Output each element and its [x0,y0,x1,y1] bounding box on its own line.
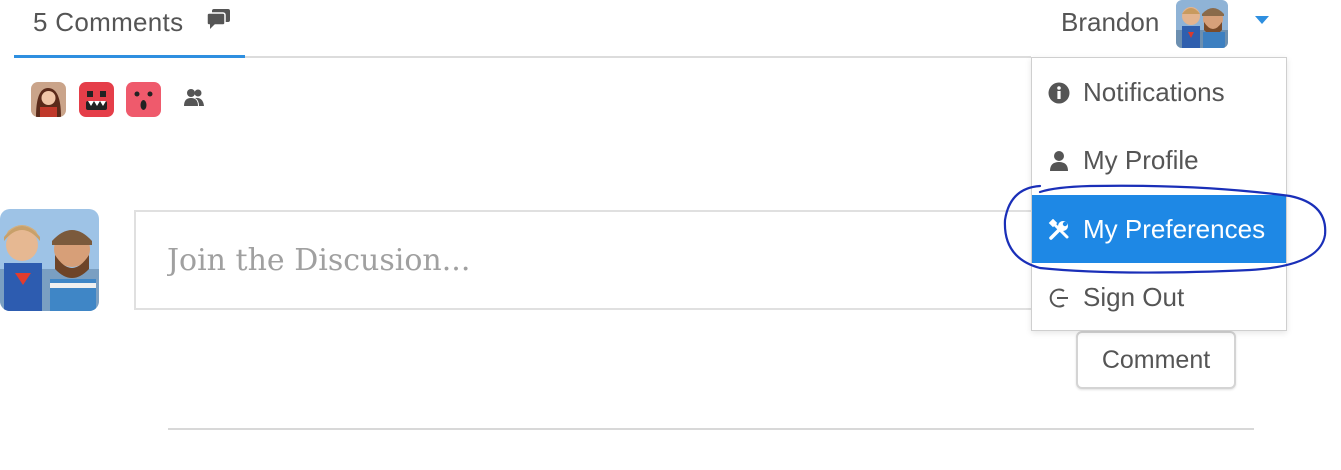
comment-input[interactable] [134,210,1134,310]
user-dropdown-menu: Notifications My Profile My Preferences [1031,57,1287,331]
info-circle-icon [1048,80,1070,104]
participant-avatar[interactable] [79,82,114,117]
comments-header: 5 Comments Brandon [0,0,1341,58]
comments-count-label: 5 Comments [33,7,184,37]
participant-avatar[interactable] [126,82,161,117]
menu-item-my-preferences[interactable]: My Preferences [1032,195,1286,263]
menu-item-label: Sign Out [1083,282,1185,312]
people-icon[interactable] [183,88,205,113]
menu-item-label: My Preferences [1083,214,1266,244]
user-avatar[interactable] [1176,0,1228,48]
participant-avatar[interactable] [31,82,66,117]
tab-comments[interactable]: 5 Comments [14,0,245,58]
tools-icon [1048,217,1070,240]
header-divider [245,56,1031,58]
comment-bubbles-icon [206,8,232,35]
menu-item-sign-out[interactable]: Sign Out [1032,263,1286,331]
comment-submit-button[interactable]: Comment [1076,331,1236,389]
user-icon [1048,148,1070,171]
current-user-avatar [0,209,99,311]
comments-divider [168,428,1254,430]
menu-item-my-profile[interactable]: My Profile [1032,126,1286,194]
menu-item-notifications[interactable]: Notifications [1032,58,1286,126]
username[interactable]: Brandon [1061,7,1159,38]
menu-item-label: Notifications [1083,77,1225,107]
sign-out-icon [1048,285,1070,308]
user-menu-caret-icon[interactable] [1255,16,1269,24]
menu-item-label: My Profile [1083,145,1199,175]
